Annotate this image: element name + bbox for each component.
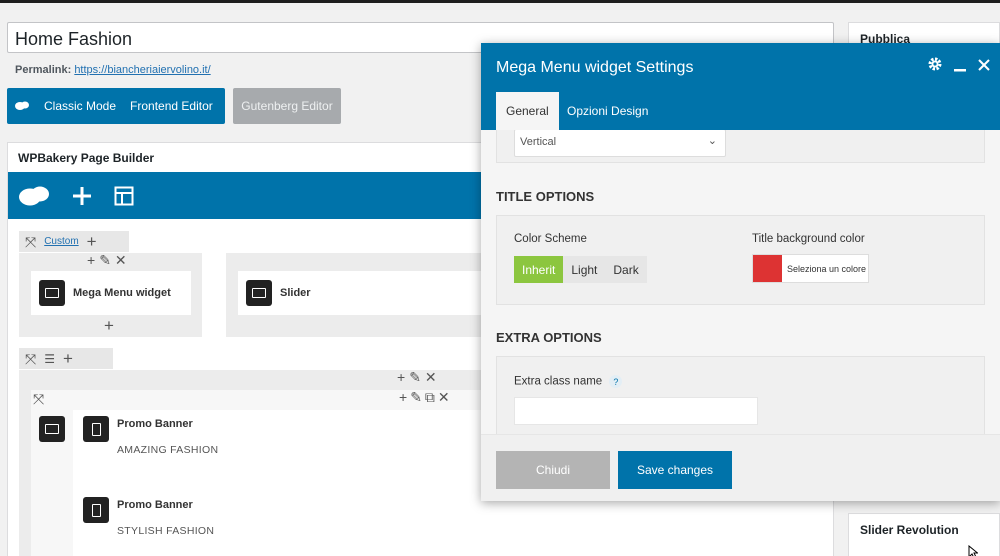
row-2-container: + ✎ ✕ ⤧ + ✎ ⧉ ✕ Promo Banner AMAZING FAS…	[19, 370, 489, 556]
modal-title: Mega Menu widget Settings	[496, 59, 694, 76]
tab-opzioni-design[interactable]: Opzioni Design	[557, 92, 658, 130]
wpbakery-logo-icon	[7, 100, 37, 112]
orientation-select-value: Vertical	[520, 136, 557, 148]
color-picker-placeholder: Seleziona un colore	[787, 263, 867, 274]
permalink-link[interactable]: https://biancheriaiervolino.it/	[74, 64, 210, 76]
modal-footer: Chiudi Save changes	[481, 434, 1000, 501]
inner-delete-icon[interactable]: ✕	[438, 390, 450, 404]
inner-row-icon	[39, 416, 65, 442]
column-add-element-icon[interactable]: +	[104, 317, 114, 334]
column-controls: + ✎ ✕	[87, 253, 127, 267]
title-bg-color-label: Title background color	[752, 233, 865, 245]
scheme-inherit-option[interactable]: Inherit	[514, 256, 564, 283]
editor-screen: Home Fashion Permalink: https://biancher…	[0, 3, 1000, 556]
inner-row-controls: + ✎ ⧉ ✕	[399, 390, 450, 404]
title-options-card: Color Scheme Inherit Light Dark Title ba…	[496, 215, 985, 305]
inner-column: Promo Banner AMAZING FASHION Promo Banne…	[73, 410, 489, 556]
column-delete-icon[interactable]: ✕	[115, 253, 127, 267]
color-scheme-label: Color Scheme	[514, 233, 587, 245]
permalink-label: Permalink:	[15, 64, 72, 76]
chevron-down-icon: ⌄	[707, 135, 717, 147]
modal-body: Vertical ⌄ TITLE OPTIONS Color Scheme In…	[481, 130, 1000, 434]
extra-options-card: Extra class name ?	[496, 356, 985, 434]
mega-menu-widget-icon	[39, 280, 65, 306]
editor-mode-group: Classic Mode Frontend Editor	[7, 88, 225, 124]
close-button[interactable]: Chiudi	[496, 451, 610, 489]
promo-banner-element[interactable]: Promo Banner STYLISH FASHION	[83, 497, 214, 537]
element-label: Mega Menu widget	[73, 287, 171, 299]
row-add-icon[interactable]: +	[63, 350, 73, 367]
slider-icon	[246, 280, 272, 306]
gear-icon[interactable]	[927, 56, 943, 77]
column-box: Slider	[226, 253, 486, 337]
title-bg-color-picker[interactable]: Seleziona un colore	[752, 254, 869, 283]
modal-header: Mega Menu widget Settings General Opzion…	[481, 43, 1000, 130]
tab-general[interactable]: General	[496, 92, 559, 130]
save-changes-button[interactable]: Save changes	[618, 451, 732, 489]
extra-class-label: Extra class name ?	[514, 375, 623, 388]
row-layout-icon[interactable]: ☰	[44, 353, 55, 365]
inner-clone-icon[interactable]: ⧉	[425, 390, 435, 404]
classic-mode-button[interactable]: Classic Mode	[37, 99, 123, 113]
wpbakery-cloud-icon[interactable]	[18, 185, 50, 207]
inner-row-drag-icon[interactable]: ⤧	[33, 392, 44, 406]
extra-class-label-text: Extra class name	[514, 375, 603, 388]
settings-modal: Mega Menu widget Settings General Opzion…	[481, 43, 1000, 501]
slider-revolution-title: Slider Revolution	[860, 523, 959, 537]
promo-banner-subtitle: STYLISH FASHION	[117, 525, 215, 537]
row-drag-icon[interactable]: ⤧	[25, 235, 36, 249]
row-custom-link[interactable]: Custom	[44, 236, 78, 247]
extra-options-heading: EXTRA OPTIONS	[496, 330, 602, 345]
scheme-light-option[interactable]: Light	[563, 256, 605, 283]
promo-banner-title: Promo Banner	[117, 418, 193, 430]
inner-add-icon[interactable]: +	[399, 390, 407, 404]
column-add-icon[interactable]: +	[397, 370, 405, 384]
promo-banner-icon	[83, 416, 109, 442]
orientation-card: Vertical ⌄	[496, 130, 985, 163]
close-icon[interactable]	[977, 56, 991, 77]
add-element-icon[interactable]	[72, 186, 92, 206]
column-edit-icon[interactable]: ✎	[99, 253, 111, 267]
mouse-cursor-icon	[968, 545, 978, 556]
column-controls: + ✎ ✕	[397, 370, 437, 384]
scheme-dark-option[interactable]: Dark	[605, 256, 646, 283]
inner-edit-icon[interactable]: ✎	[410, 390, 422, 404]
element-card[interactable]: Mega Menu widget	[31, 271, 191, 315]
column-box: + ✎ ✕ Mega Menu widget +	[19, 253, 202, 337]
orientation-select[interactable]: Vertical ⌄	[514, 130, 726, 157]
title-options-heading: TITLE OPTIONS	[496, 189, 595, 204]
color-scheme-selector: Inherit Light Dark	[514, 256, 647, 283]
extra-class-input[interactable]	[514, 397, 758, 425]
minimize-icon[interactable]	[953, 56, 967, 77]
permalink: Permalink: https://biancheriaiervolino.i…	[15, 64, 211, 76]
row-add-icon[interactable]: +	[87, 233, 97, 250]
modal-controls	[927, 56, 991, 77]
help-icon[interactable]: ?	[609, 375, 623, 388]
wpbakery-panel-title: WPBakery Page Builder	[18, 151, 155, 165]
row-drag-icon[interactable]: ⤧	[25, 352, 36, 366]
promo-banner-subtitle: AMAZING FASHION	[117, 444, 219, 456]
row-1-controls: ⤧ Custom +	[19, 231, 129, 252]
element-card[interactable]: Slider	[238, 271, 486, 315]
element-label: Slider	[280, 287, 311, 299]
row-2-controls: ⤧ ☰ +	[19, 348, 113, 369]
promo-banner-title: Promo Banner	[117, 499, 193, 511]
column-delete-icon[interactable]: ✕	[425, 370, 437, 384]
gutenberg-editor-button[interactable]: Gutenberg Editor	[233, 88, 341, 124]
color-swatch[interactable]	[753, 255, 782, 282]
frontend-editor-button[interactable]: Frontend Editor	[123, 99, 220, 113]
inner-row: ⤧ + ✎ ⧉ ✕ Promo Banner AMAZING FASHION P…	[31, 390, 489, 556]
promo-banner-element[interactable]: Promo Banner AMAZING FASHION	[83, 416, 218, 456]
promo-banner-icon	[83, 497, 109, 523]
templates-icon[interactable]	[114, 186, 134, 206]
column-add-icon[interactable]: +	[87, 253, 95, 267]
column-edit-icon[interactable]: ✎	[409, 370, 421, 384]
